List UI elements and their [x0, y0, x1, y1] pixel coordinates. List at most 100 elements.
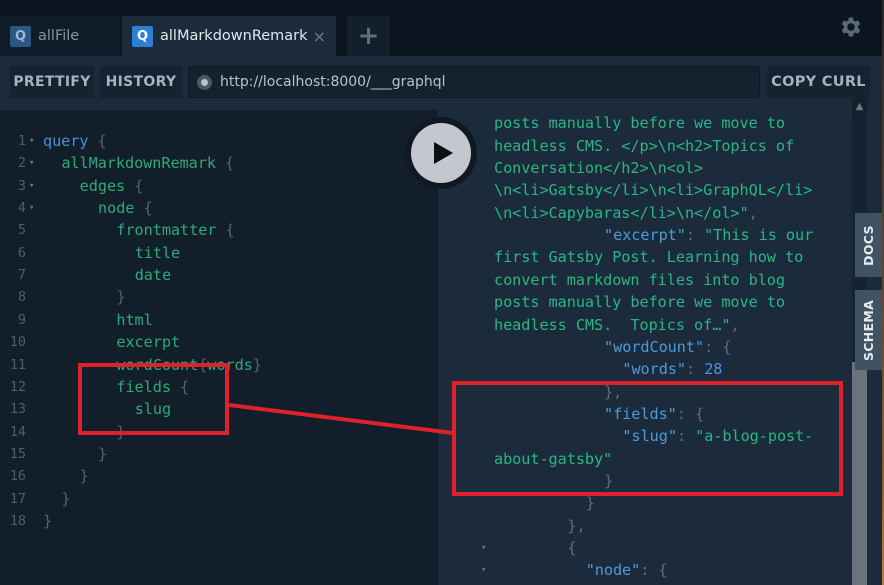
result-line: posts manually before we move to [494, 291, 785, 313]
line-number: 5 [17, 222, 26, 239]
editor-line[interactable]: 8} [0, 286, 438, 308]
result-line: Conversation</h2>\n<ol> [494, 157, 703, 179]
json-token: headless CMS. </p>\n<h2>Topics of [494, 136, 795, 155]
tab-allfile[interactable]: Q allFile [0, 16, 120, 56]
line-text: } [43, 510, 52, 532]
result-line: first Gatsby Post. Learning how to [494, 246, 803, 268]
line-text: node { [98, 197, 153, 219]
schema-tab[interactable]: SCHEMA [855, 290, 882, 370]
editor-line[interactable]: 9 html [0, 309, 438, 331]
result-line: }, [567, 515, 585, 537]
line-text: } [61, 488, 70, 510]
result-viewer[interactable]: convert markdown files into blog posts ma… [438, 110, 884, 585]
editor-line[interactable]: 4 ▾ node { [0, 197, 438, 219]
scrollbar-thumb[interactable] [852, 362, 867, 585]
code-token: allMarkdownRemark [61, 154, 216, 173]
result-line: posts manually before we move to [494, 112, 785, 134]
prettify-button[interactable]: PRETTIFY [10, 66, 94, 98]
editor-line[interactable]: 10 excerpt [0, 331, 438, 353]
json-token: 28 [704, 360, 723, 379]
line-number: 3 [17, 177, 26, 194]
line-text: date [135, 264, 171, 286]
code-token: } [61, 489, 71, 508]
json-token: headless CMS. Topics of…" [494, 315, 731, 334]
editor-line[interactable]: 6 title [0, 242, 438, 264]
endpoint-url-input[interactable]: http://localhost:8000/___graphql [188, 66, 760, 98]
result-line: \n<li>Gatsby</li>\n<li>GraphQL</li> [494, 179, 812, 201]
result-line: "node": { [586, 559, 668, 581]
line-number: 15 [9, 445, 26, 462]
code-token: frontmatter [116, 221, 217, 240]
result-line: convert markdown files into blog [494, 269, 785, 291]
execute-query-button[interactable] [405, 117, 477, 189]
plus-icon: + [357, 21, 380, 51]
query-editor[interactable]: 1 ▾ query {2 ▾ allMarkdownRemark {3 ▾ edges {4… [0, 110, 438, 585]
editor-line[interactable]: 15} [0, 443, 438, 465]
result-line: "excerpt": "This is our [604, 224, 813, 246]
editor-line[interactable]: 2 ▾ allMarkdownRemark { [0, 152, 438, 174]
json-token: posts manually before we move to [494, 114, 785, 133]
line-text: allMarkdownRemark { [61, 152, 234, 174]
code-token: { [134, 199, 153, 218]
json-token: , [730, 315, 740, 334]
json-token: \n<li>Capybaras</li>\n</ol>" [494, 203, 749, 222]
code-token: date [134, 266, 172, 285]
schema-label: SCHEMA [861, 299, 876, 361]
result-line: "wordCount": { [604, 336, 731, 358]
line-text: edges { [80, 175, 144, 197]
line-text: } [98, 443, 107, 465]
line-number: 13 [9, 401, 26, 418]
json-token: first Gatsby Post. Learning how to [494, 248, 804, 267]
line-text: title [135, 242, 181, 264]
line-number: 2 [17, 155, 26, 172]
json-token: posts manually before we move to [494, 293, 785, 312]
code-token: } [252, 355, 262, 374]
code-token: node [98, 199, 135, 218]
chevron-up-icon[interactable]: ▲ [852, 98, 867, 116]
new-tab-button[interactable]: + [347, 16, 390, 56]
gear-icon[interactable] [838, 14, 864, 40]
annotation-box-query-fields [78, 363, 229, 435]
toolbar: PRETTIFY HISTORY http://localhost:8000/_… [0, 56, 884, 110]
play-button-face [411, 123, 471, 183]
fold-arrow-icon[interactable]: ▾ [481, 559, 486, 581]
tab-allmarkdownremark[interactable]: Q allMarkdownRemark × [122, 16, 336, 56]
fold-arrow-icon[interactable]: ▾ [29, 175, 34, 197]
editor-line[interactable]: 3 ▾ edges { [0, 175, 438, 197]
docs-tab[interactable]: DOCS [855, 213, 882, 277]
line-text: query { [43, 130, 107, 152]
result-line: \n<li>Capybaras</li>\n</ol>", [494, 202, 758, 224]
editor-line[interactable]: 17} [0, 488, 438, 510]
line-text: } [116, 286, 125, 308]
history-button[interactable]: HISTORY [100, 66, 182, 98]
fold-arrow-icon[interactable]: ▾ [29, 130, 34, 152]
editor-line[interactable]: 18} [0, 510, 438, 532]
json-token: "node" [585, 561, 641, 580]
editor-line[interactable]: 7 date [0, 264, 438, 286]
fold-arrow-icon[interactable]: ▾ [29, 152, 34, 174]
json-token: { [567, 539, 577, 557]
line-number: 17 [9, 490, 26, 507]
tab-label: allFile [38, 28, 80, 44]
close-tab-icon[interactable]: × [313, 27, 326, 46]
docs-label: DOCS [861, 224, 876, 266]
json-token: , [748, 203, 758, 222]
tab-bar: Q allFile Q allMarkdownRemark × + [0, 0, 884, 56]
endpoint-url: http://localhost:8000/___graphql [220, 74, 446, 90]
line-number: 14 [9, 423, 26, 440]
line-number: 16 [9, 468, 26, 485]
code-token: } [79, 467, 89, 486]
editor-line[interactable]: 16} [0, 465, 438, 487]
code-token: { [215, 154, 235, 173]
result-line: { [567, 537, 576, 559]
code-token: { [125, 176, 144, 195]
editor-line[interactable]: 5 frontmatter { [0, 219, 438, 241]
fold-arrow-icon[interactable]: ▾ [29, 197, 34, 219]
result-line: headless CMS. Topics of…", [494, 314, 740, 336]
copy-curl-button[interactable]: COPY CURL [767, 66, 870, 98]
editor-line[interactable]: 1 ▾ query { [0, 130, 438, 152]
code-token: { [216, 221, 235, 240]
line-number: 18 [9, 512, 26, 529]
line-number: 10 [9, 334, 26, 351]
fold-arrow-icon[interactable]: ▾ [481, 537, 486, 559]
